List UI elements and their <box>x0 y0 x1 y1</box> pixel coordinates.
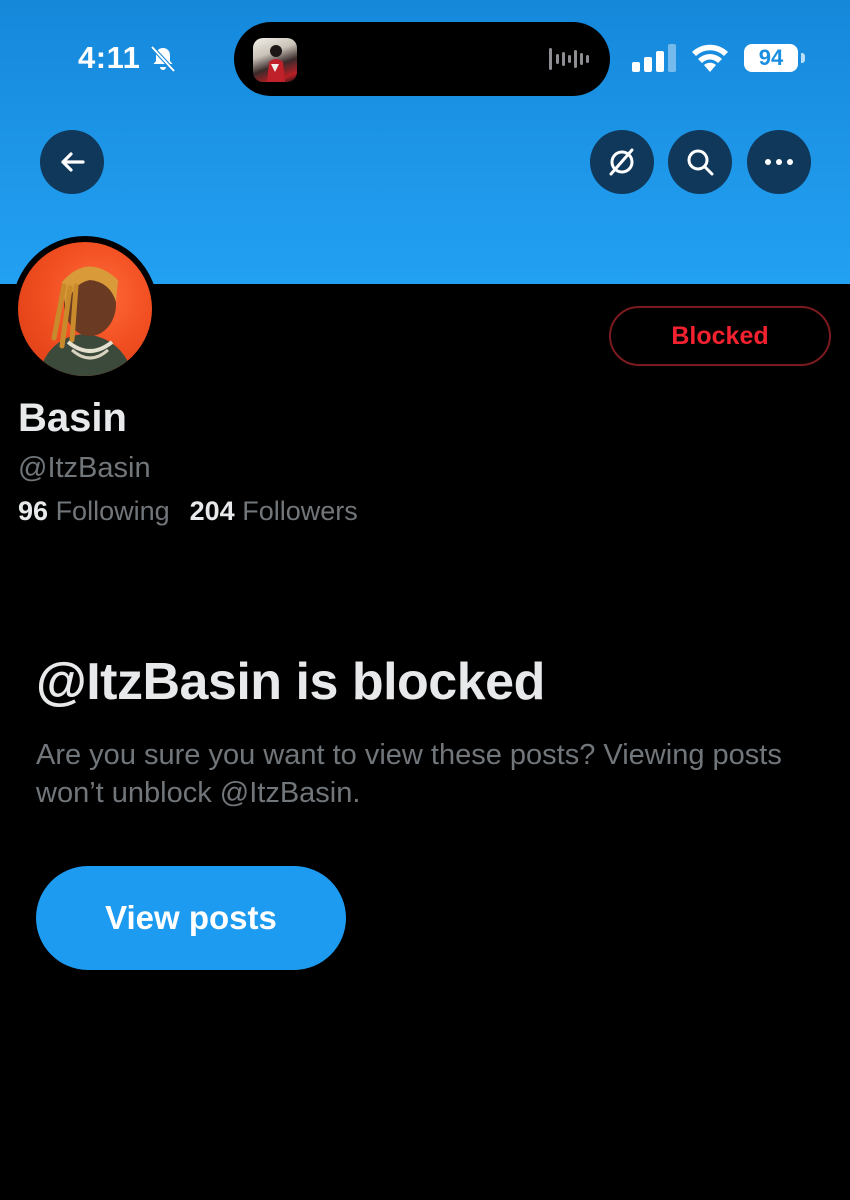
profile-handle: @ItzBasin <box>18 452 151 484</box>
blocked-title: @ItzBasin is blocked <box>36 653 545 711</box>
slashed-circle-icon <box>609 148 634 176</box>
blocked-button[interactable]: Blocked <box>609 306 831 366</box>
view-posts-button[interactable]: View posts <box>36 866 346 970</box>
arrow-left-icon <box>61 152 85 172</box>
silent-bell-icon <box>150 45 176 73</box>
now-playing-artwork <box>253 38 297 82</box>
more-options-button[interactable] <box>747 130 811 194</box>
followers-link[interactable]: 204 Followers <box>190 496 358 526</box>
search-button[interactable] <box>668 130 732 194</box>
following-link[interactable]: 96 Following <box>18 496 170 526</box>
audio-waveform-icon <box>549 48 589 70</box>
following-label: Following <box>55 496 170 526</box>
battery-indicator: 94 <box>744 44 798 72</box>
followers-count: 204 <box>189 496 235 526</box>
followers-label: Followers <box>242 496 358 526</box>
profile-stats: 96 Following 204 Followers <box>18 496 358 527</box>
wifi-icon <box>692 44 728 72</box>
blocked-description: Are you sure you want to view these post… <box>36 739 782 809</box>
avatar[interactable] <box>18 242 152 376</box>
profile-name: Basin <box>18 396 127 440</box>
grok-button[interactable] <box>590 130 654 194</box>
search-icon <box>687 149 714 176</box>
following-count: 96 <box>18 496 49 526</box>
more-horizontal-icon <box>765 159 793 165</box>
cellular-signal-icon <box>632 44 676 72</box>
dynamic-island[interactable] <box>234 22 610 96</box>
status-time: 4:11 <box>78 40 141 75</box>
back-button[interactable] <box>40 130 104 194</box>
battery-tip <box>801 53 805 63</box>
